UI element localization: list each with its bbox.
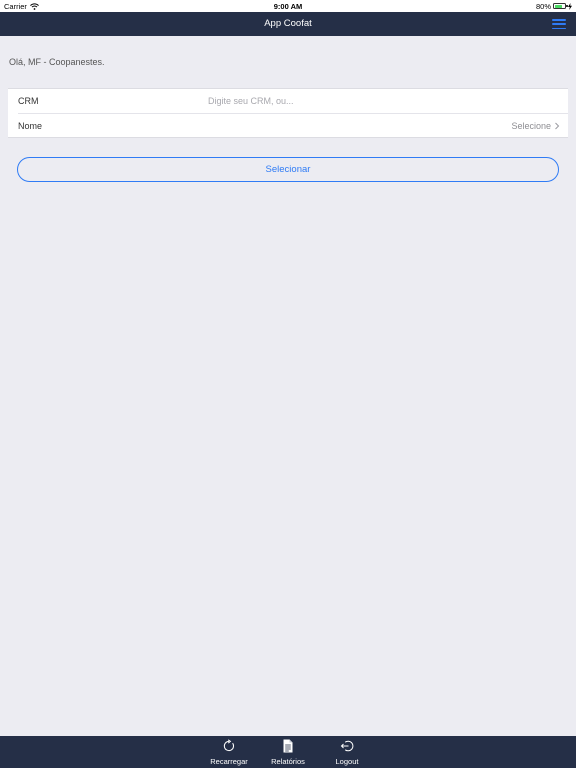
navigation-bar: App Coofat xyxy=(0,12,576,36)
bottom-tab-bar: Recarregar Relatórios Logout xyxy=(0,736,576,768)
chevron-right-icon xyxy=(555,122,560,129)
tab-reload[interactable]: Recarregar xyxy=(204,736,254,768)
nome-label: Nome xyxy=(18,121,43,131)
app-title: App Coofat xyxy=(264,18,312,29)
menu-line xyxy=(552,23,566,25)
logout-icon xyxy=(340,740,354,752)
selection-form: CRM Nome Selecione xyxy=(8,88,568,138)
clock: 9:00 AM xyxy=(273,1,303,11)
menu-line xyxy=(552,27,566,29)
document-icon xyxy=(283,739,293,753)
crm-input[interactable] xyxy=(208,92,548,110)
battery-icon xyxy=(553,3,568,9)
tab-reports-label: Relatórios xyxy=(271,757,305,766)
hamburger-menu-icon[interactable] xyxy=(552,19,566,29)
select-button[interactable]: Selecionar xyxy=(17,157,559,182)
reload-icon xyxy=(223,739,235,752)
status-bar: Carrier 9:00 AM 80% xyxy=(0,0,576,12)
battery-level-fill xyxy=(554,4,563,8)
greeting-text: Olá, MF - Coopanestes. xyxy=(9,57,105,67)
menu-line xyxy=(552,19,566,21)
tab-reload-label: Recarregar xyxy=(210,757,248,766)
battery-percent: 80% xyxy=(535,1,551,11)
tab-reports[interactable]: Relatórios xyxy=(263,736,313,768)
charging-bolt-icon xyxy=(568,2,572,10)
nome-select-value[interactable]: Selecione xyxy=(511,121,551,131)
crm-row: CRM xyxy=(8,89,568,113)
nome-row[interactable]: Nome Selecione xyxy=(8,114,568,138)
tab-logout[interactable]: Logout xyxy=(322,736,372,768)
tab-logout-label: Logout xyxy=(335,757,359,766)
battery-status: 80% xyxy=(536,2,572,11)
crm-label: CRM xyxy=(18,96,39,106)
